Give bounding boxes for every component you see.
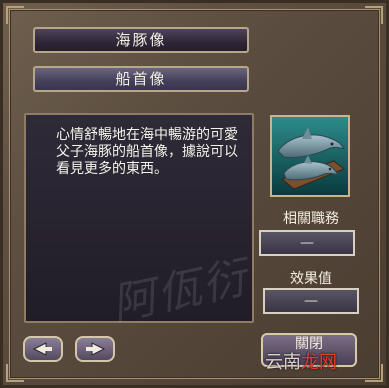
- description-box: 心情舒暢地在海中暢游的可愛父子海豚的船首像，據說可以看見更多的東西。 阿佤衍: [24, 113, 254, 331]
- description-watermark: 阿佤衍: [107, 252, 253, 331]
- effect-value-label: 效果值: [290, 271, 332, 287]
- site-watermark-brand: 龙网: [301, 352, 337, 373]
- dolphin-figurehead-icon: [272, 117, 348, 195]
- frame-corner-ornament: [365, 6, 383, 24]
- site-watermark-prefix: 云南: [265, 352, 301, 373]
- right-arrow-icon: [86, 342, 106, 356]
- next-button[interactable]: [75, 336, 115, 362]
- frame-corner-ornament: [6, 364, 24, 382]
- related-job-label: 相關職務: [283, 211, 339, 227]
- item-detail-panel: 海豚像 船首像 心情舒暢地在海中暢游的可愛父子海豚的船首像，據說可以看見更多的東…: [0, 0, 389, 388]
- effect-value: —: [263, 288, 359, 314]
- left-arrow-icon: [32, 342, 52, 356]
- item-name-title: 海豚像: [33, 27, 249, 53]
- item-description: 心情舒暢地在海中暢游的可愛父子海豚的船首像，據說可以看見更多的東西。: [56, 127, 238, 177]
- site-watermark: 云南龙网: [265, 348, 337, 374]
- frame-corner-ornament: [6, 6, 24, 24]
- previous-button[interactable]: [23, 336, 63, 362]
- item-category-title: 船首像: [33, 66, 249, 92]
- figurehead-thumbnail: [270, 115, 350, 197]
- related-job-value: —: [259, 230, 355, 256]
- frame-corner-ornament: [365, 364, 383, 382]
